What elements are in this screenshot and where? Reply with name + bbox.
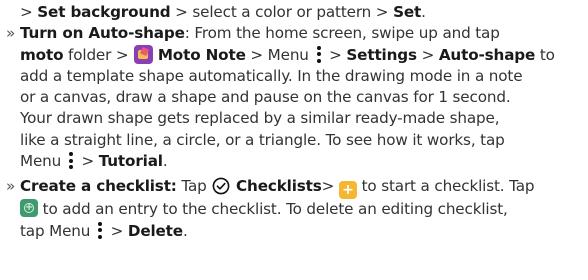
text-run: > — [105, 221, 128, 240]
three-dot-menu-icon — [97, 221, 104, 240]
delete-label: Delete — [127, 221, 183, 240]
text-run: to add an entry to the checklist. To del… — [38, 200, 508, 219]
checklist-line-1: » Create a checklist: Tap Checklists> + t… — [6, 176, 582, 200]
text-run: > — [416, 45, 439, 64]
moto-note-label: Moto Note — [157, 45, 246, 64]
checklists-label: Checklists — [236, 177, 322, 196]
bullet-marker: » — [6, 24, 16, 43]
text-run: . — [162, 152, 168, 171]
text-run: Menu — [20, 152, 66, 171]
text-run: . — [421, 3, 426, 21]
three-dot-menu-icon — [68, 151, 75, 170]
tutorial-label: Tutorial — [98, 152, 163, 171]
text-run: : From the home screen, swipe up and tap — [184, 24, 500, 43]
add-entry-icon — [20, 199, 38, 218]
checklist-circle-check-icon — [212, 177, 230, 195]
moto-note-app-icon — [134, 44, 154, 64]
text-run: > — [20, 3, 38, 21]
text-run: Tap — [176, 177, 212, 196]
auto-shape-label: Auto-shape — [438, 45, 536, 64]
text-run: > — [76, 152, 99, 171]
autoshape-title: Turn on Auto-shape — [20, 24, 185, 43]
autoshape-line-2: moto folder > Moto Note > Menu > Setting… — [6, 44, 582, 66]
text-run: > select a color or pattern > — [170, 3, 394, 21]
autoshape-line-7: Menu > Tutorial. — [6, 151, 582, 172]
checklist-title: Create a checklist: — [20, 177, 177, 196]
moto-label: moto — [20, 45, 64, 64]
autoshape-line-6: like a straight line, a circle, or a tri… — [20, 130, 505, 149]
set-background-label: Set background — [37, 3, 171, 21]
autoshape-line-5: Your drawn shape gets replaced by a simi… — [20, 109, 500, 128]
checklist-line-3: tap Menu > Delete. — [6, 221, 582, 242]
text-run: > — [324, 45, 347, 64]
text-run: to start a checklist. Tap — [356, 177, 535, 196]
intro-line: > Set background > select a color or pat… — [6, 2, 582, 23]
text-run: . — [182, 221, 188, 240]
autoshape-line-3: add a template shape automatically. In t… — [20, 66, 523, 85]
document-body: > Set background > select a color or pat… — [0, 0, 588, 280]
bullet-marker: » — [6, 177, 16, 196]
text-run: to — [535, 45, 555, 64]
text-run: > Menu — [245, 45, 314, 64]
set-label: Set — [393, 3, 422, 21]
autoshape-line-4: or a canvas, draw a shape and pause on t… — [20, 88, 511, 107]
text-run: tap Menu — [20, 221, 95, 240]
text-run: > — [321, 177, 339, 196]
settings-label: Settings — [346, 45, 417, 64]
three-dot-menu-icon — [315, 45, 322, 64]
checklist-line-2: to add an entry to the checklist. To del… — [6, 199, 582, 220]
autoshape-line-1: » Turn on Auto-shape: From the home scree… — [6, 23, 582, 44]
text-run: folder > — [63, 45, 134, 64]
add-plus-icon: + — [338, 181, 357, 200]
